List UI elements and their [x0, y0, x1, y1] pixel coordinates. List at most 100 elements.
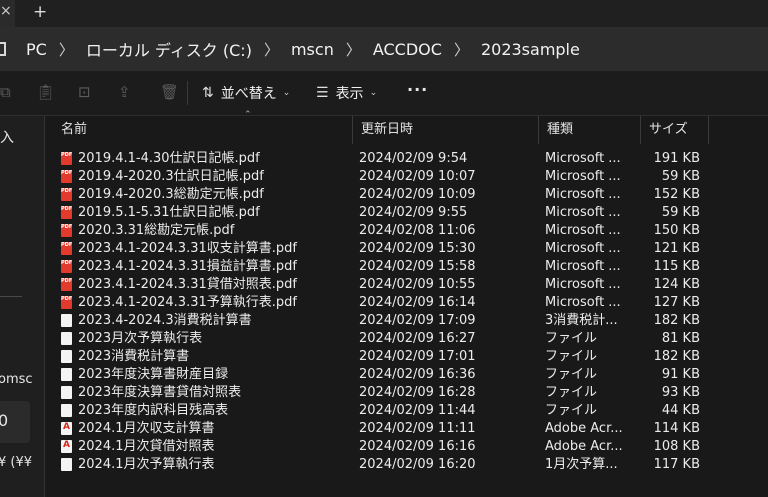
nav-item-4[interactable]: ¥ (¥¥	[0, 455, 32, 470]
file-modified: 2024/02/09 11:44	[359, 403, 476, 418]
file-name: 2023年度決算書財産目録	[78, 367, 229, 382]
file-size: 191 KB	[653, 151, 700, 166]
acrobat-file-icon	[61, 440, 72, 453]
file-row[interactable]: 2023.4.1-2024.3.31貸借対照表.pdf 2024/02/09 10…	[45, 276, 768, 294]
column-header-modified[interactable]: 更新日時	[353, 116, 539, 144]
file-row[interactable]: 2023.4-2024.3消費税計算書 2024/02/09 17:09 3消費税計…	[45, 312, 768, 330]
file-modified: 2024/02/09 15:30	[359, 241, 476, 256]
file-type: 3消費税計...	[545, 313, 618, 328]
file-size: 152 KB	[653, 187, 700, 202]
file-icon	[61, 404, 72, 417]
paste-icon[interactable]: 📋︎	[36, 83, 55, 101]
file-type: Microsoft ...	[545, 241, 621, 256]
file-modified: 2024/02/09 9:55	[359, 205, 468, 220]
file-size: 44 KB	[661, 403, 700, 418]
file-type: Microsoft ...	[545, 151, 621, 166]
nav-item-1[interactable]: 入	[0, 127, 14, 147]
breadcrumb-chevron-icon[interactable]: 〉	[346, 39, 361, 60]
column-size-label: サイズ	[649, 122, 688, 137]
breadcrumb-local-disk[interactable]: ローカル ディスク (C:)	[86, 37, 252, 61]
file-modified: 2024/02/08 11:06	[359, 223, 476, 238]
file-row[interactable]: 2023消費税計算書 2024/02/09 17:01 ファイル 182 KB	[45, 348, 768, 366]
file-type: Microsoft ...	[545, 169, 621, 184]
file-modified: 2024/02/09 16:16	[359, 439, 476, 454]
file-row[interactable]: 2024.1月次貸借対照表 2024/02/09 16:16 Adobe Acr..…	[45, 438, 768, 456]
file-modified: 2024/02/09 10:09	[359, 187, 476, 202]
file-modified: 2024/02/09 16:20	[359, 457, 476, 472]
file-size: 182 KB	[653, 349, 700, 364]
file-size: 93 KB	[661, 385, 700, 400]
file-modified: 2024/02/09 17:09	[359, 313, 476, 328]
file-name: 2023.4.1-2024.3.31貸借対照表.pdf	[78, 277, 297, 292]
pdf-file-icon	[61, 278, 72, 291]
file-type: Adobe Acr...	[545, 421, 623, 436]
file-row[interactable]: 2019.4.1-4.30仕訳日記帳.pdf 2024/02/09 9:54 Mic…	[45, 150, 768, 168]
share-icon[interactable]: ⇪	[118, 83, 131, 101]
file-modified: 2024/02/09 15:58	[359, 259, 476, 274]
breadcrumb-chevron-icon[interactable]: 〉	[264, 39, 279, 60]
file-icon	[61, 386, 72, 399]
file-size: 150 KB	[653, 223, 700, 238]
nav-item-3: 0	[0, 411, 8, 430]
chevron-down-icon: ⌄	[369, 88, 378, 98]
nav-item-2[interactable]: omsc	[0, 372, 33, 387]
file-name: 2023.4-2024.3消費税計算書	[78, 313, 252, 328]
chevron-down-icon: ⌄	[282, 88, 291, 98]
file-size: 124 KB	[653, 277, 700, 292]
rename-icon[interactable]: ⊡	[78, 83, 91, 101]
file-row[interactable]: 2020.3.31総勘定元帳.pdf 2024/02/08 11:06 Micros…	[45, 222, 768, 240]
breadcrumb-chevron-icon[interactable]: 〉	[454, 39, 469, 60]
file-size: 182 KB	[653, 313, 700, 328]
address-bar[interactable]: PC 〉 ローカル ディスク (C:) 〉 mscn 〉 ACCDOC 〉 20…	[0, 27, 768, 71]
file-modified: 2024/02/09 16:36	[359, 367, 476, 382]
file-type: Microsoft ...	[545, 205, 621, 220]
navigation-pane: 入 omsc 0 ¥ (¥¥	[0, 116, 45, 497]
file-modified: 2024/02/09 11:11	[359, 421, 476, 436]
view-icon: ☰	[316, 85, 329, 101]
column-header-type[interactable]: 種類	[539, 116, 641, 144]
file-row[interactable]: 2019.4-2020.3仕訳日記帳.pdf 2024/02/09 10:07 Mi…	[45, 168, 768, 186]
column-header-row: ⌃ 名前 更新日時 種類 サイズ	[45, 110, 768, 144]
copy-icon[interactable]: ⧉	[0, 83, 11, 101]
file-row[interactable]: 2023.4.1-2024.3.31収支計算書.pdf 2024/02/09 15…	[45, 240, 768, 258]
file-modified: 2024/02/09 10:55	[359, 277, 476, 292]
file-name: 2024.1月次予算執行表	[78, 457, 215, 472]
file-row[interactable]: 2023.4.1-2024.3.31予算執行表.pdf 2024/02/09 16…	[45, 294, 768, 312]
more-options-button[interactable]: ···	[407, 80, 428, 99]
sort-button[interactable]: ⇅ 並べ替え ⌄	[202, 83, 290, 103]
breadcrumb-chevron-icon[interactable]: 〉	[59, 39, 74, 60]
file-name: 2019.4-2020.3総勘定元帳.pdf	[78, 187, 264, 202]
close-tab-icon[interactable]: ×	[0, 3, 12, 19]
breadcrumb-accdoc[interactable]: ACCDOC	[373, 40, 442, 59]
file-row[interactable]: 2024.1月次収支計算書 2024/02/09 11:11 Adobe Acr..…	[45, 420, 768, 438]
column-header-size[interactable]: サイズ	[641, 116, 709, 144]
file-type: Microsoft ...	[545, 295, 621, 310]
view-button[interactable]: ☰ 表示 ⌄	[316, 83, 377, 103]
breadcrumb-current-folder[interactable]: 2023sample	[481, 40, 580, 59]
file-size: 59 KB	[661, 169, 700, 184]
file-name: 2024.1月次貸借対照表	[78, 439, 215, 454]
file-name: 2023.4.1-2024.3.31損益計算書.pdf	[78, 259, 297, 274]
this-pc-icon[interactable]	[0, 42, 6, 56]
breadcrumb-pc[interactable]: PC	[26, 40, 47, 59]
new-tab-button[interactable]: +	[33, 2, 47, 22]
file-size: 115 KB	[653, 259, 700, 274]
file-name: 2023消費税計算書	[78, 349, 190, 364]
file-row[interactable]: 2023年度決算書貸借対照表 2024/02/09 16:28 ファイル 93 KB	[45, 384, 768, 402]
file-row[interactable]: 2019.5.1-5.31仕訳日記帳.pdf 2024/02/09 9:55 Mic…	[45, 204, 768, 222]
file-type: ファイル	[545, 331, 598, 346]
file-row[interactable]: 2023.4.1-2024.3.31損益計算書.pdf 2024/02/09 15…	[45, 258, 768, 276]
nav-selected-item[interactable]: 0	[0, 401, 30, 443]
file-row[interactable]: 2019.4-2020.3総勘定元帳.pdf 2024/02/09 10:09 Mi…	[45, 186, 768, 204]
active-tab[interactable]: ×	[0, 0, 15, 27]
file-type: 1月次予算...	[545, 457, 618, 472]
file-row[interactable]: 2024.1月次予算執行表 2024/02/09 16:20 1月次予算... 117…	[45, 456, 768, 474]
file-row[interactable]: 2023月次予算執行表 2024/02/09 16:27 ファイル 81 KB	[45, 330, 768, 348]
file-type: ファイル	[545, 385, 598, 400]
file-row[interactable]: 2023年度決算書財産目録 2024/02/09 16:36 ファイル 91 KB	[45, 366, 768, 384]
file-row[interactable]: 2023年度内訳科目残高表 2024/02/09 11:44 ファイル 44 KB	[45, 402, 768, 420]
file-type: ファイル	[545, 403, 598, 418]
breadcrumb-mscn[interactable]: mscn	[291, 40, 334, 59]
delete-icon[interactable]: 🗑︎	[160, 83, 179, 101]
column-header-name[interactable]: 名前	[53, 116, 353, 144]
